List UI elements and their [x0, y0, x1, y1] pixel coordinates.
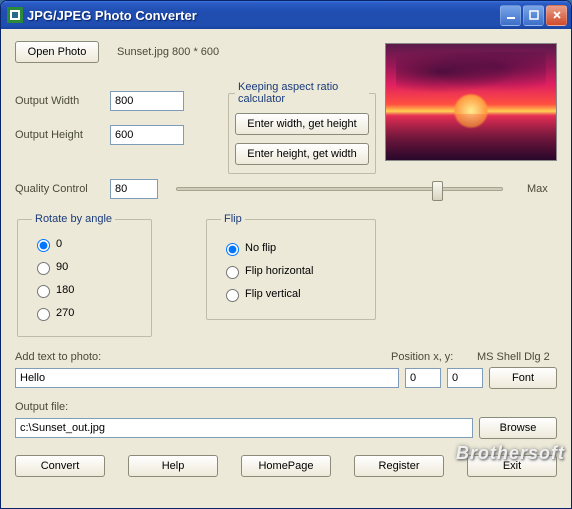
homepage-button[interactable]: HomePage — [241, 455, 331, 477]
help-button[interactable]: Help — [128, 455, 218, 477]
output-file-input[interactable] — [15, 418, 473, 438]
photo-preview — [385, 43, 557, 161]
flip-radio[interactable] — [226, 289, 239, 302]
flip-label: Flip horizontal — [245, 265, 313, 277]
register-button[interactable]: Register — [354, 455, 444, 477]
rotate-label: 0 — [56, 238, 62, 250]
convert-button[interactable]: Convert — [15, 455, 105, 477]
loaded-file-info: Sunset.jpg 800 * 600 — [117, 46, 219, 58]
client-area: Open Photo Sunset.jpg 800 * 600 Keeping … — [1, 29, 571, 508]
flip-option[interactable]: Flip horizontal — [221, 263, 361, 279]
titlebar: JPG/JPEG Photo Converter — [1, 1, 571, 29]
app-window: JPG/JPEG Photo Converter Open Photo Suns… — [0, 0, 572, 509]
rotate-legend: Rotate by angle — [32, 213, 115, 225]
rotate-label: 270 — [56, 307, 74, 319]
aspect-ratio-legend: Keeping aspect ratio calculator — [235, 81, 369, 105]
rotate-group: Rotate by angle 0 90 180 270 — [17, 213, 152, 337]
flip-option[interactable]: Flip vertical — [221, 286, 361, 302]
add-text-label: Add text to photo: — [15, 351, 391, 363]
output-width-input[interactable] — [110, 91, 184, 111]
rotate-radio[interactable] — [37, 239, 50, 252]
window-title: JPG/JPEG Photo Converter — [27, 8, 498, 23]
rotate-option[interactable]: 180 — [32, 282, 137, 298]
minimize-button[interactable] — [500, 5, 521, 26]
font-name-label: MS Shell Dlg 2 — [477, 351, 557, 363]
rotate-radio[interactable] — [37, 285, 50, 298]
font-button[interactable]: Font — [489, 367, 557, 389]
rotate-option[interactable]: 270 — [32, 305, 137, 321]
quality-slider-thumb[interactable] — [432, 181, 443, 201]
pos-x-input[interactable] — [405, 368, 441, 388]
rotate-radio[interactable] — [37, 262, 50, 275]
app-icon — [7, 7, 23, 23]
close-button[interactable] — [546, 5, 567, 26]
position-label: Position x, y: — [391, 351, 477, 363]
enter-width-button[interactable]: Enter width, get height — [235, 113, 369, 135]
rotate-label: 90 — [56, 261, 68, 273]
exit-button[interactable]: Exit — [467, 455, 557, 477]
open-photo-button[interactable]: Open Photo — [15, 41, 99, 63]
enter-height-button[interactable]: Enter height, get width — [235, 143, 369, 165]
flip-label: Flip vertical — [245, 288, 301, 300]
pos-y-input[interactable] — [447, 368, 483, 388]
browse-button[interactable]: Browse — [479, 417, 557, 439]
rotate-label: 180 — [56, 284, 74, 296]
output-file-label: Output file: — [15, 401, 557, 413]
flip-radio[interactable] — [226, 243, 239, 256]
output-height-label: Output Height — [15, 129, 110, 141]
add-text-input[interactable] — [15, 368, 399, 388]
output-height-input[interactable] — [110, 125, 184, 145]
quality-label: Quality Control — [15, 183, 110, 195]
quality-slider[interactable] — [176, 187, 503, 191]
rotate-option[interactable]: 0 — [32, 236, 137, 252]
flip-legend: Flip — [221, 213, 245, 225]
flip-group: Flip No flip Flip horizontal Flip vertical — [206, 213, 376, 320]
flip-radio[interactable] — [226, 266, 239, 279]
quality-input[interactable] — [110, 179, 158, 199]
aspect-ratio-group: Keeping aspect ratio calculator Enter wi… — [228, 81, 376, 174]
maximize-button[interactable] — [523, 5, 544, 26]
flip-option[interactable]: No flip — [221, 240, 361, 256]
output-width-label: Output Width — [15, 95, 110, 107]
rotate-option[interactable]: 90 — [32, 259, 137, 275]
max-label: Max — [527, 183, 557, 195]
rotate-radio[interactable] — [37, 308, 50, 321]
flip-label: No flip — [245, 242, 276, 254]
